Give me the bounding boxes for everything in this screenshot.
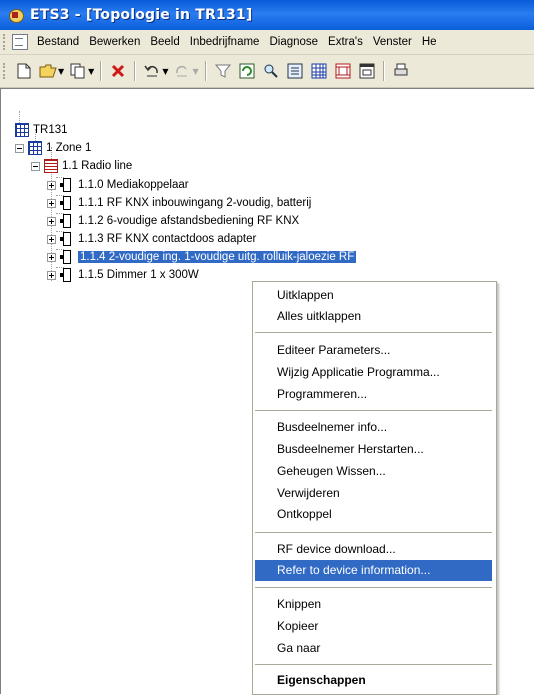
menu-item-refer-to-device-information[interactable]: Refer to device information... (255, 560, 492, 581)
menu-item-alles-uitklappen[interactable]: Alles uitklappen (255, 306, 492, 327)
undo-dropdown-arrow-icon[interactable]: ▼ (162, 67, 168, 76)
redo-icon[interactable] (171, 60, 193, 82)
tree-item-label: 1.1.3 RF KNX contactdoos adapter (78, 233, 257, 245)
context-menu: Uitklappen Alles uitklappen Editeer Para… (252, 281, 497, 695)
collapse-icon[interactable] (15, 143, 24, 153)
open-icon[interactable] (37, 60, 59, 82)
device-icon (60, 250, 74, 264)
expand-icon[interactable] (47, 252, 56, 262)
collapse-icon[interactable] (31, 161, 40, 171)
menu-item-kopieer[interactable]: Kopieer (255, 616, 492, 637)
tree-item-device[interactable]: 1.1.3 RF KNX contactdoos adapter (47, 231, 256, 247)
line-icon (44, 159, 58, 173)
menu-item-rf-device-download[interactable]: RF device download... (255, 539, 492, 560)
tree-item-label: 1 Zone 1 (46, 142, 92, 154)
toolbar-grip-icon[interactable] (3, 63, 8, 79)
tree-item-device[interactable]: 1.1.0 Mediakoppelaar (47, 177, 189, 193)
tree-item-label: 1.1.5 Dimmer 1 x 300W (78, 269, 199, 281)
menu-bar: Bestand Bewerken Beeld Inbedrijfname Dia… (0, 30, 534, 55)
copy-dropdown-arrow-icon[interactable]: ▼ (88, 67, 94, 76)
expand-icon[interactable] (47, 234, 56, 244)
menu-venster[interactable]: Venster (368, 36, 417, 48)
refresh-icon[interactable] (236, 60, 258, 82)
tree-item-label: 1.1.2 6-voudige afstandsbediening RF KNX (78, 215, 300, 227)
expand-icon[interactable] (47, 198, 56, 208)
menu-item-ga-naar[interactable]: Ga naar (255, 638, 492, 659)
undo-icon[interactable] (141, 60, 163, 82)
grid-icon[interactable] (308, 60, 330, 82)
tree-item-label: 1.1 Radio line (62, 160, 133, 172)
menu-diagnose[interactable]: Diagnose (264, 36, 323, 48)
menu-separator (255, 587, 492, 588)
tree-item-root[interactable]: TR131 (15, 122, 68, 138)
device-icon (60, 178, 74, 192)
menu-item-wijzig-applicatie-programma[interactable]: Wijzig Applicatie Programma... (255, 362, 492, 383)
menu-item-ontkoppel[interactable]: Ontkoppel (255, 504, 492, 525)
menu-bewerken[interactable]: Bewerken (84, 36, 145, 48)
menu-item-uitklappen[interactable]: Uitklappen (255, 285, 492, 306)
menu-item-editeer-parameters[interactable]: Editeer Parameters... (255, 340, 492, 361)
zone-icon (28, 141, 42, 155)
copy-icon[interactable] (67, 60, 89, 82)
device-icon (60, 214, 74, 228)
menu-separator (255, 532, 492, 533)
window-title: ETS3 - [Topologie in TR131] (30, 7, 253, 23)
tree-item-device[interactable]: 1.1.5 Dimmer 1 x 300W (47, 267, 199, 283)
menu-item-programmeren[interactable]: Programmeren... (255, 384, 492, 405)
device-icon (60, 196, 74, 210)
project-icon (15, 123, 29, 137)
tree-item-label: 1.1.1 RF KNX inbouwingang 2-voudig, batt… (78, 197, 312, 209)
print-icon[interactable] (390, 60, 412, 82)
menu-item-knippen[interactable]: Knippen (255, 594, 492, 615)
menu-item-eigenschappen[interactable]: Eigenschappen (255, 670, 492, 691)
menubar-grip-icon[interactable] (3, 34, 8, 50)
tree-item-device[interactable]: 1.1.2 6-voudige afstandsbediening RF KNX (47, 213, 299, 229)
menu-bestand[interactable]: Bestand (32, 36, 84, 48)
ets-app-icon[interactable] (8, 7, 24, 23)
new-icon[interactable] (13, 60, 35, 82)
open-dropdown-arrow-icon[interactable]: ▼ (58, 67, 64, 76)
menu-extras[interactable]: Extra's (323, 36, 368, 48)
expand-icon[interactable] (47, 180, 56, 190)
menu-item-busdeelnemer-info[interactable]: Busdeelnemer info... (255, 417, 492, 438)
menu-separator (255, 332, 492, 333)
filter-icon[interactable] (212, 60, 234, 82)
document-icon[interactable] (12, 34, 28, 50)
delete-icon[interactable] (107, 60, 129, 82)
tree-item-label: 1.1.0 Mediakoppelaar (78, 179, 189, 191)
menu-item-geheugen-wissen[interactable]: Geheugen Wissen... (255, 461, 492, 482)
device-icon (60, 268, 74, 282)
menu-help[interactable]: He (417, 36, 442, 48)
properties-icon[interactable] (284, 60, 306, 82)
redo-dropdown-arrow-icon[interactable]: ▼ (192, 67, 198, 76)
tree-item-line[interactable]: 1.1 Radio line (31, 158, 132, 174)
title-bar[interactable]: ETS3 - [Topologie in TR131] (0, 0, 534, 30)
search-icon[interactable] (260, 60, 282, 82)
window-icon[interactable] (356, 60, 378, 82)
tree-item-label: 1.1.4 2-voudige ing. 1-voudige uitg. rol… (78, 251, 357, 263)
menu-beeld[interactable]: Beeld (145, 36, 184, 48)
tree-item-zone[interactable]: 1 Zone 1 (15, 140, 91, 156)
component-icon[interactable] (332, 60, 354, 82)
menu-separator (255, 664, 492, 665)
menu-separator (255, 410, 492, 411)
expand-icon[interactable] (47, 270, 56, 280)
menu-item-busdeelnemer-herstarten[interactable]: Busdeelnemer Herstarten... (255, 439, 492, 460)
device-icon (60, 232, 74, 246)
tree-item-device[interactable]: 1.1.1 RF KNX inbouwingang 2-voudig, batt… (47, 195, 311, 211)
expand-icon[interactable] (47, 216, 56, 226)
tree-item-label: TR131 (33, 124, 68, 136)
menu-inbedrijfname[interactable]: Inbedrijfname (185, 36, 265, 48)
tree-item-device-selected[interactable]: 1.1.4 2-voudige ing. 1-voudige uitg. rol… (47, 249, 357, 265)
menu-item-verwijderen[interactable]: Verwijderen (255, 483, 492, 504)
toolbar: ▼ ▼ ▼ ▼ (0, 55, 534, 88)
